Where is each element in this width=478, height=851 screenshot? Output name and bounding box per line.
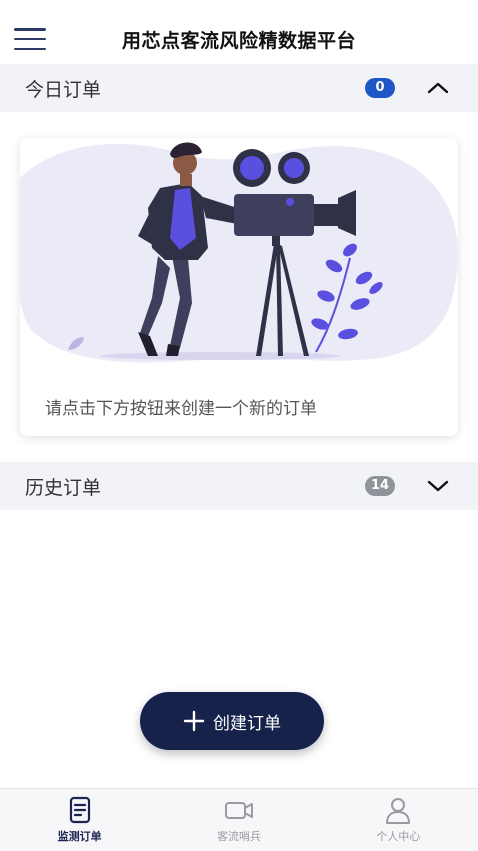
history-orders-count-badge: 14	[365, 476, 395, 496]
bottom-tab-bar: 监测订单 客流哨兵 个人中心	[0, 788, 478, 851]
chevron-up-icon[interactable]	[426, 76, 450, 100]
history-orders-header[interactable]: 历史订单 14	[0, 462, 478, 510]
history-orders-title: 历史订单	[25, 476, 102, 499]
document-icon	[69, 796, 90, 824]
page-title: 用芯点客流风险精数据平台	[121, 30, 356, 52]
empty-state-message: 请点击下方按钮来创建一个新的订单	[45, 399, 317, 419]
tab-label: 客流哨兵	[216, 830, 261, 843]
tab-label: 监测订单	[57, 830, 102, 843]
user-icon	[386, 798, 411, 824]
plus-icon	[183, 710, 205, 732]
video-camera-icon	[224, 802, 253, 819]
today-orders-title: 今日订单	[25, 78, 102, 101]
today-orders-count-badge: 0	[365, 78, 395, 98]
tab-monitor-orders[interactable]: 监测订单	[0, 789, 159, 851]
app-header: 用芯点客流风险精数据平台	[0, 0, 478, 64]
today-orders-header[interactable]: 今日订单 0	[0, 64, 478, 112]
tab-label: 个人中心	[376, 830, 421, 843]
create-order-button[interactable]: 创建订单	[140, 692, 324, 750]
chevron-down-icon[interactable]	[426, 474, 450, 498]
empty-state-card: 请点击下方按钮来创建一个新的订单	[20, 138, 458, 436]
filmmaker-illustration	[20, 142, 458, 363]
create-order-label: 创建订单	[213, 713, 281, 734]
tab-passenger-sentinel[interactable]: 客流哨兵	[159, 789, 318, 851]
tab-personal-center[interactable]: 个人中心	[319, 789, 478, 851]
